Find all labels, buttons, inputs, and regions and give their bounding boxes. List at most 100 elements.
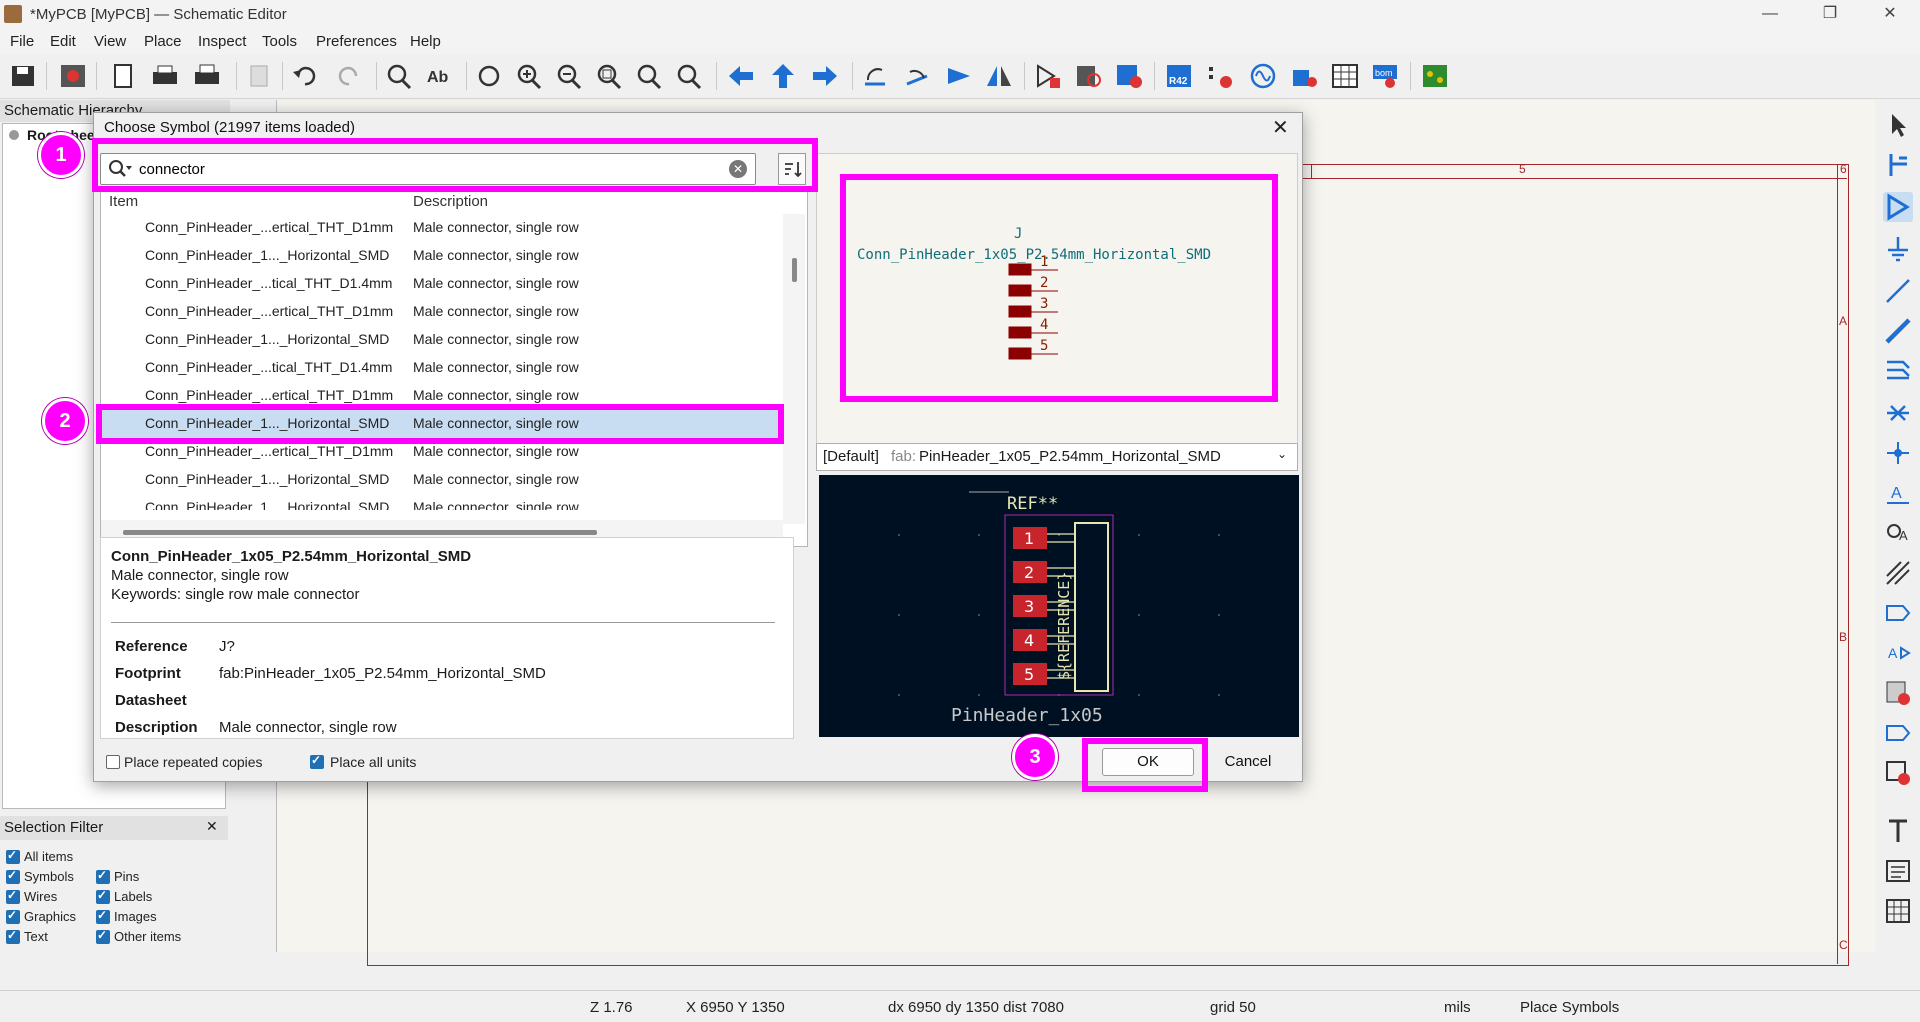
filter-all-checkbox[interactable] xyxy=(6,848,20,864)
add-label-icon[interactable]: A xyxy=(1883,478,1913,508)
filter-symbols-checkbox[interactable] xyxy=(6,868,20,884)
filter-other-checkbox[interactable] xyxy=(96,928,110,944)
detail-desc-label: Description xyxy=(115,719,198,736)
add-table-icon[interactable] xyxy=(1883,896,1913,926)
bom-icon[interactable]: bom xyxy=(1370,62,1400,90)
menu-preferences[interactable]: Preferences xyxy=(316,33,397,50)
menu-place[interactable]: Place xyxy=(144,33,182,50)
filter-wires-label: Wires xyxy=(24,889,58,904)
print-icon[interactable] xyxy=(150,62,180,90)
hier-label-icon[interactable]: A xyxy=(1883,638,1913,668)
place-repeated-checkbox[interactable] xyxy=(106,755,120,769)
rotate-cw-icon[interactable] xyxy=(902,62,932,90)
selection-filter-title: Selection Filter xyxy=(0,816,228,840)
list-item[interactable]: Conn_PinHeader_1..._Horizontal_SMD Male c… xyxy=(101,466,781,494)
find-icon[interactable] xyxy=(384,62,414,90)
list-item[interactable]: Conn_PinHeader_1..._Horizontal_SMD Male c… xyxy=(101,494,781,510)
list-item[interactable]: Conn_PinHeader_...tical_THT_D1.4mm Male c… xyxy=(101,354,781,382)
mirror-v-icon[interactable] xyxy=(944,62,974,90)
list-item[interactable]: Conn_PinHeader_...ertical_THT_D1mm Male c… xyxy=(101,298,781,326)
mirror-h-icon[interactable] xyxy=(984,62,1014,90)
import-sheet-pin-icon[interactable] xyxy=(1883,758,1913,788)
paste-icon[interactable] xyxy=(244,62,274,90)
cancel-button[interactable]: Cancel xyxy=(1202,748,1294,776)
chevron-down-icon[interactable]: ⌄ xyxy=(1277,447,1287,461)
selection-filter-panel: Selection Filter ✕ All items Symbols Pin… xyxy=(0,816,228,951)
filter-all-label: All items xyxy=(24,849,74,864)
redo-icon[interactable] xyxy=(334,62,364,90)
menu-inspect[interactable]: Inspect xyxy=(198,33,246,50)
hier-nav-icon[interactable] xyxy=(1883,150,1913,180)
no-connect-icon[interactable] xyxy=(1883,398,1913,428)
list-item[interactable]: Conn_PinHeader_...ertical_THT_D1mm Male c… xyxy=(101,214,781,242)
dialog-close-icon[interactable]: ✕ xyxy=(1272,115,1289,140)
filter-pins-checkbox[interactable] xyxy=(96,868,110,884)
list-item[interactable]: Conn_PinHeader_...tical_THT_D1.4mm Male c… xyxy=(101,270,781,298)
filter-text-checkbox[interactable] xyxy=(6,928,20,944)
footprint-select[interactable]: [Default] fab: PinHeader_1x05_P2.54mm_Ho… xyxy=(816,443,1298,471)
zoom-in-icon[interactable] xyxy=(514,62,544,90)
assign-footprints-icon[interactable] xyxy=(1290,62,1320,90)
menu-view[interactable]: View xyxy=(94,33,126,50)
zoom-out-icon[interactable] xyxy=(554,62,584,90)
schematic-setup-icon[interactable] xyxy=(58,62,88,90)
fields-table-icon[interactable] xyxy=(1330,62,1360,90)
column-header-description[interactable]: Description xyxy=(413,190,783,214)
rule-area-icon[interactable] xyxy=(1883,558,1913,588)
zoom-objects-icon[interactable] xyxy=(634,62,664,90)
arrow-left-icon[interactable] xyxy=(726,62,756,90)
zoom-selection-icon[interactable] xyxy=(674,62,704,90)
close-window-button[interactable]: ✕ xyxy=(1860,0,1920,30)
erc-icon[interactable] xyxy=(1206,62,1236,90)
filter-images-checkbox[interactable] xyxy=(96,908,110,924)
zoom-fit-icon[interactable] xyxy=(594,62,624,90)
detail-description: Male connector, single row xyxy=(111,567,289,584)
minimize-button[interactable]: — xyxy=(1740,0,1800,30)
close-filter-icon[interactable]: ✕ xyxy=(206,818,218,835)
restore-button[interactable]: ❐ xyxy=(1800,0,1860,30)
list-vscrollbar[interactable] xyxy=(783,214,805,524)
junction-icon[interactable] xyxy=(1883,438,1913,468)
arrow-right-icon[interactable] xyxy=(810,62,840,90)
add-text-icon[interactable] xyxy=(1883,816,1913,846)
menu-file[interactable]: File xyxy=(10,33,34,50)
pcb-editor-icon[interactable] xyxy=(1420,62,1450,90)
add-wire-icon[interactable] xyxy=(1883,276,1913,306)
simulator-icon[interactable] xyxy=(1248,62,1278,90)
bus-entry-icon[interactable] xyxy=(1883,356,1913,386)
column-header-item[interactable]: Item xyxy=(109,190,420,214)
save-icon[interactable] xyxy=(8,62,38,90)
list-item[interactable]: Conn_PinHeader_1..._Horizontal_SMD Male c… xyxy=(101,326,781,354)
filter-labels-checkbox[interactable] xyxy=(96,888,110,904)
menu-help[interactable]: Help xyxy=(410,33,441,50)
select-arrow-icon[interactable] xyxy=(1883,110,1913,140)
add-power-icon[interactable] xyxy=(1883,234,1913,264)
place-all-units-checkbox[interactable] xyxy=(310,753,324,769)
arrow-up-icon[interactable] xyxy=(768,62,798,90)
list-item[interactable]: Conn_PinHeader_1..._Horizontal_SMD Male c… xyxy=(101,242,781,270)
place-all-units-label: Place all units xyxy=(330,754,417,770)
rotate-ccw-icon[interactable] xyxy=(860,62,890,90)
add-netclass-icon[interactable]: A xyxy=(1883,518,1913,548)
add-textbox-icon[interactable] xyxy=(1883,856,1913,886)
sheet-pin-icon[interactable] xyxy=(1883,718,1913,748)
add-symbol-icon[interactable] xyxy=(1883,192,1913,222)
find-replace-icon[interactable]: Ab xyxy=(424,62,454,90)
annotate-icon[interactable] xyxy=(1114,62,1144,90)
plot-icon[interactable] xyxy=(192,62,222,90)
filter-wires-checkbox[interactable] xyxy=(6,888,20,904)
annotate-r42-icon[interactable]: R42 xyxy=(1164,62,1194,90)
menu-edit[interactable]: Edit xyxy=(50,33,76,50)
refresh-icon[interactable] xyxy=(474,62,504,90)
filter-graphics-checkbox[interactable] xyxy=(6,908,20,924)
undo-icon[interactable] xyxy=(290,62,320,90)
global-label-icon[interactable] xyxy=(1883,598,1913,628)
symbol-browser-icon[interactable] xyxy=(1074,62,1104,90)
menu-tools[interactable]: Tools xyxy=(262,33,297,50)
page-settings-icon[interactable] xyxy=(108,62,138,90)
list-vscroll-thumb[interactable] xyxy=(792,258,797,282)
add-sheet-icon[interactable] xyxy=(1883,678,1913,708)
list-hscroll-thumb[interactable] xyxy=(123,530,597,535)
symbol-editor-icon[interactable] xyxy=(1034,62,1064,90)
add-bus-icon[interactable] xyxy=(1883,316,1913,346)
